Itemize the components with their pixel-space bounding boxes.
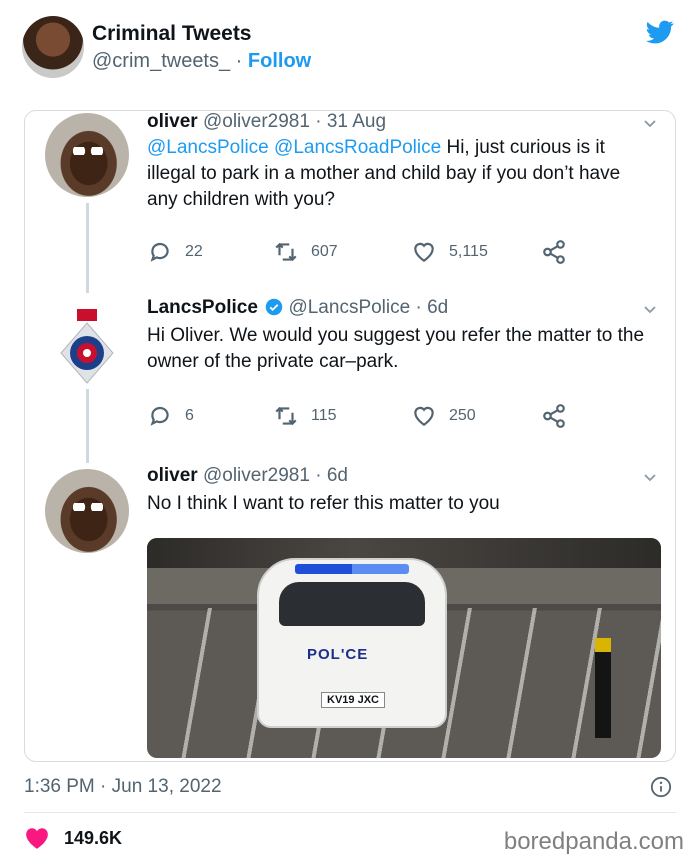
tweet-actions: 6 115 250 xyxy=(147,403,607,429)
handle-separator: · xyxy=(230,50,248,72)
tweet-meta: oliver @oliver2981 · 6d xyxy=(147,465,348,487)
reply-action[interactable]: 6 xyxy=(147,403,194,429)
like-count: 5,115 xyxy=(449,243,488,260)
embedded-screenshot: oliver @oliver2981 · 31 Aug @LancsPolice… xyxy=(24,110,676,762)
retweet-icon xyxy=(275,242,297,262)
light-bar xyxy=(295,564,409,574)
account-handle[interactable]: @crim_tweets_ xyxy=(92,50,230,72)
author-handle[interactable]: @LancsPolice xyxy=(288,297,410,318)
mention-link[interactable]: @LancsRoadPolice xyxy=(274,137,441,158)
tweet-header: Criminal Tweets @crim_tweets_ · Follow xyxy=(0,0,700,96)
share-action[interactable] xyxy=(541,239,567,265)
author-handle[interactable]: @oliver2981 xyxy=(203,111,310,132)
account-name[interactable]: Criminal Tweets xyxy=(92,22,252,46)
tweet-date: · 31 Aug xyxy=(315,111,387,132)
mention-link[interactable]: @LancsPolice xyxy=(147,137,269,158)
chevron-down-icon[interactable] xyxy=(643,471,657,485)
twitter-bird-icon[interactable] xyxy=(644,18,676,46)
like-summary[interactable]: 149.6K xyxy=(24,826,122,850)
share-action[interactable] xyxy=(541,403,567,429)
reply-icon xyxy=(150,406,169,426)
reply-icon xyxy=(150,242,169,262)
follow-button[interactable]: Follow xyxy=(248,50,311,72)
like-action[interactable]: 250 xyxy=(411,403,476,429)
verified-badge-icon xyxy=(265,298,283,316)
tweet-meta: LancsPolice @LancsPolice · 6d xyxy=(147,297,448,319)
tweet-text: Hi Oliver. We would you suggest you refe… xyxy=(147,325,645,372)
tweet-date: · 6d xyxy=(415,297,449,318)
police-car: POL'CE KV19 JXC xyxy=(257,558,447,728)
oliver-avatar[interactable] xyxy=(45,469,129,553)
author-name[interactable]: LancsPolice xyxy=(147,297,258,318)
post-timestamp[interactable]: 1:36 PM · Jun 13, 2022 xyxy=(24,776,222,798)
share-icon xyxy=(543,404,565,428)
police-crest-icon xyxy=(60,309,114,384)
retweet-action[interactable]: 115 xyxy=(273,403,337,429)
tweet-photo[interactable]: POL'CE KV19 JXC xyxy=(147,538,661,758)
lancspolice-avatar[interactable] xyxy=(45,305,129,389)
author-name[interactable]: oliver xyxy=(147,111,198,132)
heart-outline-icon xyxy=(414,242,434,262)
tweet-date: · 6d xyxy=(315,465,348,486)
retweet-count: 607 xyxy=(311,243,338,260)
chevron-down-icon[interactable] xyxy=(643,303,657,317)
like-action[interactable]: 5,115 xyxy=(411,239,488,265)
info-icon[interactable] xyxy=(650,776,672,798)
retweet-action[interactable]: 607 xyxy=(273,239,338,265)
chevron-down-icon[interactable] xyxy=(643,117,657,131)
account-avatar[interactable] xyxy=(22,16,84,78)
reply-count: 6 xyxy=(185,407,194,424)
oliver-avatar[interactable] xyxy=(45,113,129,197)
bollard xyxy=(595,638,611,738)
retweet-count: 115 xyxy=(311,407,337,424)
police-livery-text: POL'CE xyxy=(307,646,369,663)
heart-filled-icon xyxy=(26,828,48,849)
author-handle[interactable]: @oliver2981 xyxy=(203,465,310,486)
tweet-text: @LancsPolice @LancsRoadPolice Hi, just c… xyxy=(147,135,647,213)
reply-action[interactable]: 22 xyxy=(147,239,203,265)
reply-count: 22 xyxy=(185,243,203,260)
heart-outline-icon xyxy=(414,406,434,426)
tweet-text: No I think I want to refer this matter t… xyxy=(147,493,500,514)
thread-line xyxy=(86,383,89,463)
tweet-meta: oliver @oliver2981 · 31 Aug xyxy=(147,111,386,133)
footer-divider xyxy=(24,812,676,813)
retweet-icon xyxy=(275,406,297,426)
tweet-actions: 22 607 5,115 xyxy=(147,239,607,265)
handle-row: @crim_tweets_ · Follow xyxy=(92,50,311,73)
source-watermark: boredpanda.com xyxy=(503,828,684,855)
share-icon xyxy=(543,240,565,264)
author-name[interactable]: oliver xyxy=(147,465,198,486)
number-plate: KV19 JXC xyxy=(321,692,385,708)
total-like-count: 149.6K xyxy=(64,827,123,848)
thread-line xyxy=(86,203,89,293)
windscreen xyxy=(279,582,425,626)
like-count: 250 xyxy=(449,407,476,424)
